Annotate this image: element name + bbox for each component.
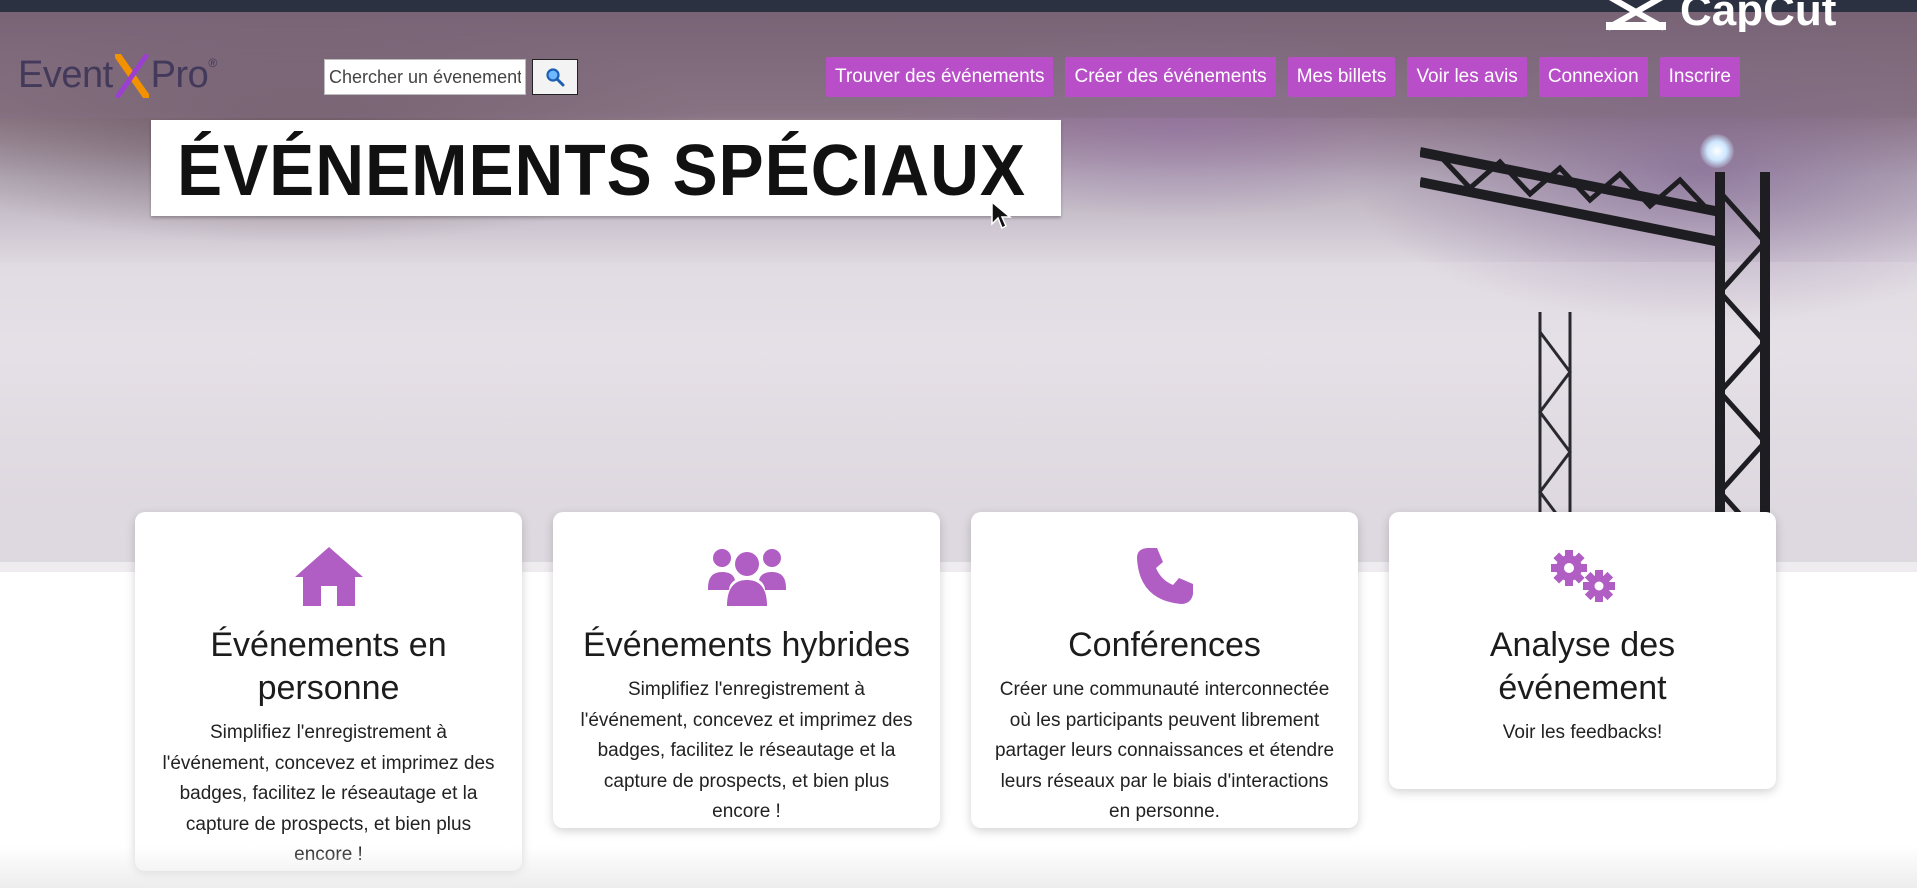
nav-reviews[interactable]: Voir les avis: [1407, 57, 1527, 97]
search-button[interactable]: [532, 59, 578, 95]
phone-icon: [971, 540, 1358, 612]
site-logo[interactable]: Event Pro ®: [18, 54, 217, 100]
hero-banner-text: ÉVÉNEMENTS SPÉCIAUX: [177, 131, 1026, 211]
logo-text-pro: Pro: [150, 54, 209, 96]
card-hybrid-events[interactable]: Événements hybrides Simplifiez l'enregis…: [553, 512, 940, 828]
nav-create-events[interactable]: Créer des événements: [1065, 57, 1276, 97]
logo-x-mark: [114, 54, 149, 98]
stage-truss-graphic: [1420, 147, 1770, 572]
stage-spotlight: [1700, 134, 1734, 168]
gears-icon: [1389, 540, 1776, 612]
logo-registered-mark: ®: [208, 56, 217, 70]
search-input[interactable]: [324, 59, 526, 95]
card-in-person-events[interactable]: Événements en personne Simplifiez l'enre…: [135, 512, 522, 871]
search-bar: [324, 59, 578, 95]
nav-find-events[interactable]: Trouver des événements: [826, 57, 1054, 97]
users-icon: [553, 540, 940, 612]
card-text: Créer une communauté interconnectée où l…: [994, 679, 1335, 822]
card-title: Événements hybrides: [583, 626, 910, 664]
capcut-watermark: CapCut: [1604, 0, 1917, 32]
card-title: Conférences: [1068, 626, 1261, 664]
capcut-logo-icon: [1606, 0, 1666, 31]
hero-banner: ÉVÉNEMENTS SPÉCIAUX: [151, 120, 1061, 216]
search-icon: [546, 68, 565, 87]
nav-login[interactable]: Connexion: [1538, 57, 1648, 97]
nav-my-tickets[interactable]: Mes billets: [1287, 57, 1396, 97]
capcut-watermark-text: CapCut: [1680, 0, 1837, 32]
logo-text-event: Event: [18, 54, 113, 96]
card-text: Voir les feedbacks!: [1502, 722, 1663, 743]
card-title: Événements en personne: [210, 626, 447, 707]
mouse-cursor-icon: [991, 200, 1012, 230]
card-title: Analyse des événement: [1489, 626, 1676, 707]
main-nav: Trouver des événements Créer des événeme…: [826, 57, 1740, 97]
card-event-analysis[interactable]: Analyse des événement Voir les feedbacks…: [1389, 512, 1776, 789]
card-text: Simplifiez l'enregistrement à l'événemen…: [580, 679, 913, 822]
bottom-fade-overlay: [0, 846, 1917, 888]
card-conferences[interactable]: Conférences Créer une communauté interco…: [971, 512, 1358, 828]
nav-signup[interactable]: Inscrire: [1659, 57, 1740, 97]
home-icon: [135, 540, 522, 612]
